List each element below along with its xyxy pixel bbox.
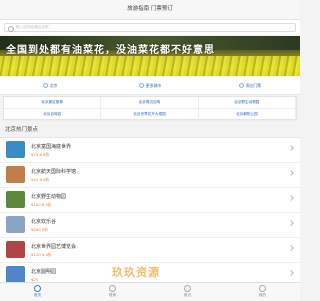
category-label: 北京	[49, 82, 58, 88]
quick-links-grid: 北京景区推荐 北京周边自驾 北京野生动物园 北京自驾游 北京世界花卉大观园 北京…	[3, 96, 297, 121]
chevron-right-icon	[288, 195, 294, 201]
attraction-price: ¥100 8.5折	[31, 201, 52, 207]
chevron-right-icon	[288, 245, 294, 251]
attraction-thumbnail	[6, 216, 25, 233]
chevron-right-icon	[288, 220, 294, 226]
chevron-right-icon	[288, 270, 294, 276]
search-row: 输入目的地/景点名称	[0, 20, 300, 35]
quick-link[interactable]: 北京自驾游	[4, 109, 102, 121]
list-item[interactable]: 北京野生动物园 ¥100 8.5折	[0, 188, 300, 213]
search-placeholder: 输入目的地/景点名称	[16, 25, 49, 29]
attraction-price: ¥120 9.4折	[31, 251, 52, 257]
category-beijing[interactable]: 北京	[0, 77, 100, 94]
tab-label: 首页	[33, 293, 42, 297]
attraction-thumbnail	[6, 141, 25, 158]
home-icon	[34, 285, 41, 292]
quick-link[interactable]: 北京周边自驾	[101, 97, 199, 109]
top-bar: 旅游指南 门票预订	[0, 0, 300, 20]
attraction-thumbnail	[6, 166, 25, 183]
category-nearby-tickets[interactable]: 周边门票	[200, 77, 300, 94]
section-title: 北京热门景点	[5, 127, 39, 133]
list-item[interactable]: 北京航天国际科学馆 ¥40 9.6折	[0, 163, 300, 188]
chevron-right-icon	[288, 170, 294, 176]
category-more-cities[interactable]: 更多城市	[100, 77, 200, 94]
quick-link[interactable]: 北京世界花卉大观园	[101, 109, 199, 121]
tab-profile[interactable]: 我的	[225, 283, 300, 301]
quick-link[interactable]: 北京朝阳公园	[198, 109, 296, 121]
bottom-tab-bar: 首页 搜索 身边 我的	[0, 282, 300, 301]
quick-link[interactable]: 北京野生动物园	[198, 97, 296, 109]
tab-nearby[interactable]: 身边	[150, 283, 225, 301]
list-item[interactable]: 北京富国海底世界 ¥75 8.6折	[0, 138, 300, 163]
attraction-price: ¥75 8.6折	[31, 151, 50, 157]
promo-banner[interactable]: 全国到处都有油菜花，没油菜花都不好意思	[0, 36, 300, 76]
attraction-price: ¥200 9折	[31, 226, 49, 232]
attraction-name: 北京世界园艺博览会	[31, 244, 77, 250]
tab-label: 我的	[258, 293, 267, 297]
tab-label: 搜索	[108, 293, 117, 297]
attraction-name: 北京圆明园	[31, 269, 57, 275]
quick-link[interactable]: 北京景区推荐	[4, 97, 102, 109]
user-icon	[259, 285, 266, 292]
search-icon	[109, 285, 116, 292]
category-label: 周边门票	[245, 82, 262, 88]
search-icon	[8, 25, 14, 32]
search-input[interactable]: 输入目的地/景点名称	[4, 23, 296, 32]
watermark-text: 玖玖资源	[112, 266, 160, 279]
banner-caption: 全国到处都有油菜花，没油菜花都不好意思	[6, 45, 215, 56]
tab-home[interactable]: 首页	[0, 283, 75, 301]
attraction-name: 北京欢乐谷	[31, 219, 57, 225]
attraction-name: 北京航天国际科学馆	[31, 169, 77, 175]
location-icon	[42, 83, 48, 88]
ticket-icon	[238, 83, 244, 88]
attraction-thumbnail	[6, 266, 25, 282]
tab-search[interactable]: 搜索	[75, 283, 150, 301]
page-title: 旅游指南 门票预订	[127, 6, 173, 12]
category-row: 北京 更多城市 周边门票	[0, 77, 300, 95]
city-icon	[138, 83, 144, 88]
attraction-name: 北京野生动物园	[31, 194, 67, 200]
attraction-name: 北京富国海底世界	[31, 144, 72, 150]
tab-label: 身边	[183, 293, 192, 297]
attraction-price: ¥25	[31, 276, 39, 282]
list-item[interactable]: 北京世界园艺博览会 ¥120 9.4折	[0, 238, 300, 263]
attraction-thumbnail	[6, 191, 25, 208]
attraction-price: ¥40 9.6折	[31, 176, 50, 182]
list-item[interactable]: 北京欢乐谷 ¥200 9折	[0, 213, 300, 238]
attraction-list: 北京富国海底世界 ¥75 8.6折 北京航天国际科学馆 ¥40 9.6折 北京野…	[0, 137, 300, 282]
banner-flowers	[0, 56, 300, 76]
attraction-thumbnail	[6, 241, 25, 258]
nearby-icon	[184, 285, 191, 292]
chevron-right-icon	[288, 145, 294, 151]
category-label: 更多城市	[145, 82, 162, 88]
